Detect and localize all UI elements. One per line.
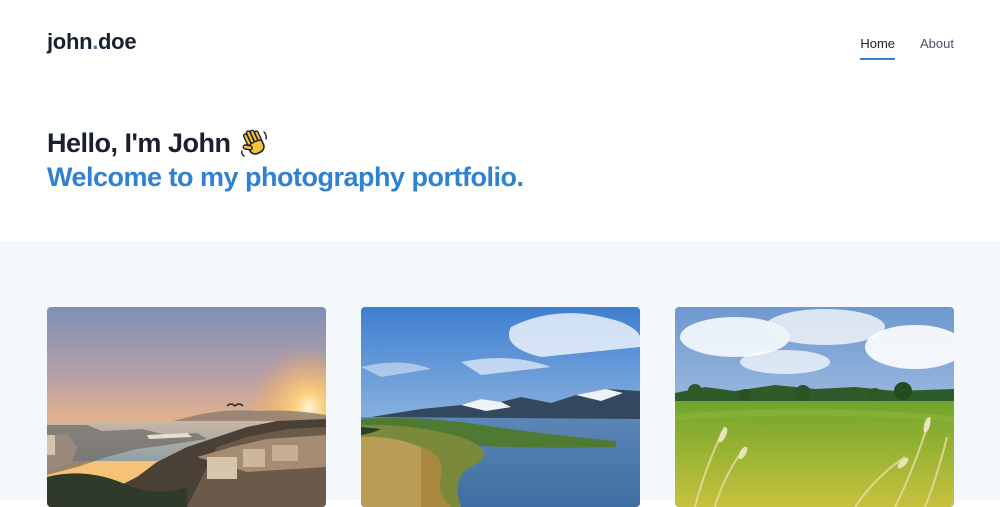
hero-greeting-row: Hello, I'm John bbox=[47, 126, 524, 160]
photo-card-sunset-harbor[interactable] bbox=[47, 307, 326, 507]
photo-gallery bbox=[0, 241, 1000, 507]
hero-greeting: Hello, I'm John bbox=[47, 128, 231, 158]
logo-name-last: doe bbox=[98, 29, 137, 54]
nav-link-home[interactable]: Home bbox=[860, 36, 896, 60]
photo-card-mountain-lake[interactable] bbox=[361, 307, 640, 507]
site-logo[interactable]: john.doe bbox=[47, 29, 137, 55]
hero-subtitle: Welcome to my photography portfolio. bbox=[47, 162, 524, 192]
waving-hand-icon bbox=[238, 127, 270, 159]
site-header: john.doe Home About bbox=[0, 0, 1000, 90]
green-meadow-photo bbox=[675, 307, 954, 507]
nav-link-about[interactable]: About bbox=[920, 36, 954, 60]
hero-section: Hello, I'm John Welcome to my photograph… bbox=[47, 126, 524, 194]
mountain-lake-photo bbox=[361, 307, 640, 507]
main-nav: Home About bbox=[860, 36, 954, 60]
photo-card-green-meadow[interactable] bbox=[675, 307, 954, 507]
sunset-harbor-photo bbox=[47, 307, 326, 507]
logo-name-first: john bbox=[47, 29, 93, 54]
